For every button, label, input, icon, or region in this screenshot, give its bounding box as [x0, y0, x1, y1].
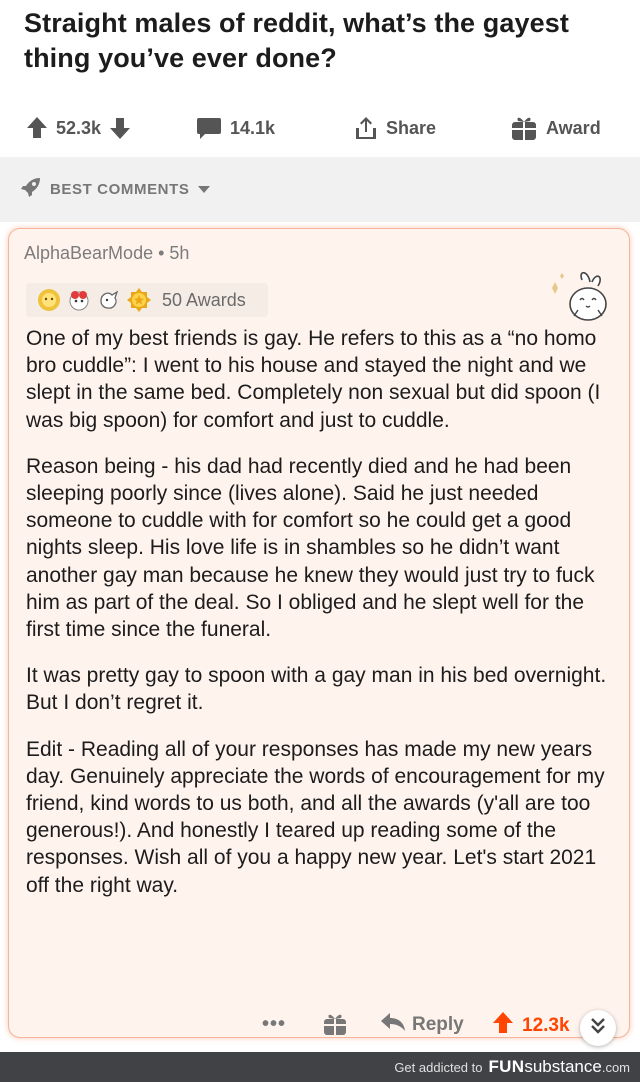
more-options-button[interactable]: •••	[262, 1013, 286, 1036]
comment-paragraph: It was pretty gay to spoon with a gay ma…	[26, 664, 607, 715]
comment-paragraph: One of my best friends is gay. He refers…	[26, 327, 601, 432]
reply-button[interactable]: Reply	[380, 1011, 464, 1039]
awards-pill[interactable]: 50 Awards	[26, 283, 268, 317]
vote-control: 52.3k	[26, 116, 131, 140]
comments-button[interactable]: 14.1k	[196, 116, 275, 140]
downvote-icon[interactable]	[109, 116, 131, 140]
comment-meta: AlphaBearMode • 5h	[24, 243, 189, 264]
vote-count: 52.3k	[56, 117, 102, 138]
rocket-icon	[20, 176, 42, 202]
comment-paragraph: Edit - Reading all of your responses has…	[26, 737, 605, 897]
share-label: Share	[386, 117, 437, 138]
comment-action-bar: ••• Reply 12.3k	[0, 1005, 640, 1045]
upvote-icon[interactable]	[26, 116, 48, 140]
reply-label: Reply	[412, 1014, 464, 1035]
award-label: Award	[546, 117, 601, 138]
meta-separator: •	[158, 243, 170, 263]
upvote-icon[interactable]	[492, 1011, 514, 1041]
comment-author[interactable]: AlphaBearMode	[24, 243, 153, 263]
watermark-footer: Get addicted to FUN substance .com	[0, 1052, 640, 1082]
awards-count: 50 Awards	[162, 289, 246, 310]
comment-age: 5h	[169, 243, 190, 263]
bunny-avatar-icon	[548, 271, 610, 324]
jump-to-next-button[interactable]	[580, 1010, 616, 1046]
comment-icon	[196, 116, 222, 140]
comment-paragraph: Reason being - his dad had recently died…	[26, 454, 595, 642]
reply-arrow-icon	[380, 1011, 406, 1039]
comment-score: 12.3k	[492, 1011, 570, 1041]
comment-count: 14.1k	[230, 117, 276, 138]
post-title: Straight males of reddit, what’s the gay…	[24, 8, 569, 73]
wholesome-award-icon	[66, 287, 92, 313]
post-action-bar: 52.3k 14.1k Share Award	[0, 104, 640, 152]
gift-icon	[510, 114, 538, 142]
share-icon	[354, 115, 378, 141]
sun-award-icon	[36, 287, 62, 313]
sort-label: BEST COMMENTS	[50, 180, 190, 198]
double-chevron-down-icon	[588, 1016, 608, 1041]
comment-body: One of my best friends is gay. He refers…	[26, 325, 616, 918]
sort-selector[interactable]: BEST COMMENTS	[20, 176, 211, 202]
hugz-award-icon	[96, 287, 122, 313]
funsubstance-logo: FUN substance .com	[488, 1057, 630, 1076]
award-button[interactable]: Award	[510, 114, 601, 142]
footer-tagline: Get addicted to	[394, 1059, 483, 1075]
chevron-down-icon	[197, 181, 211, 198]
gold-award-icon	[126, 287, 152, 313]
comment-gift-icon[interactable]	[322, 1011, 348, 1042]
comment-score-value: 12.3k	[522, 1015, 570, 1036]
share-button[interactable]: Share	[354, 115, 436, 141]
